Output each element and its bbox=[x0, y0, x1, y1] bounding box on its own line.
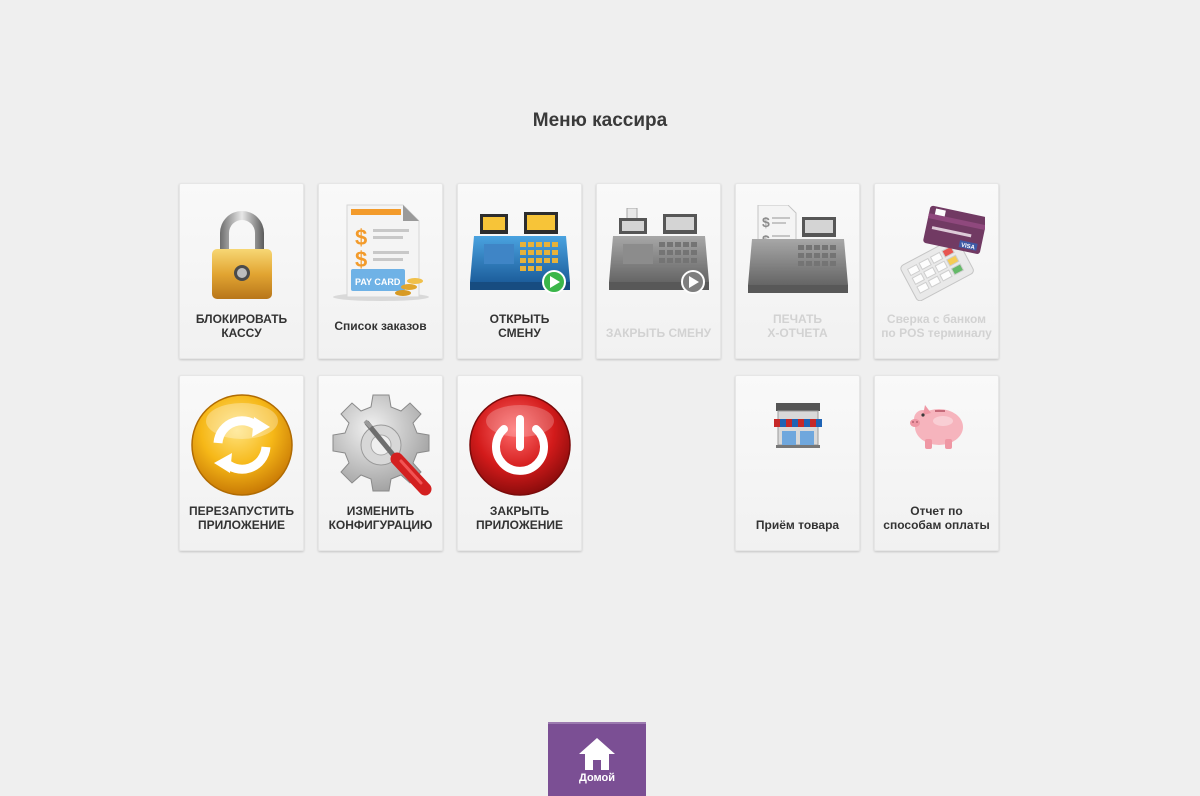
restart-app-button[interactable]: ПЕРЕЗАПУСТИТЬ ПРИЛОЖЕНИЕ bbox=[179, 375, 304, 551]
piggy-bank-icon bbox=[875, 390, 998, 500]
payment-methods-report-button[interactable]: Отчет по способам оплаты bbox=[874, 375, 999, 551]
store-icon bbox=[736, 390, 859, 500]
close-app-button[interactable]: ЗАКРЫТЬ ПРИЛОЖЕНИЕ bbox=[457, 375, 582, 551]
cash-register-grey-icon bbox=[597, 198, 720, 308]
home-button[interactable]: Домой bbox=[548, 722, 646, 796]
pay-card-text: PAY CARD bbox=[355, 277, 401, 287]
tile-label: ПЕРЕЗАПУСТИТЬ ПРИЛОЖЕНИЕ bbox=[188, 504, 295, 532]
svg-text:$: $ bbox=[762, 214, 770, 230]
change-configuration-button[interactable]: ИЗМЕНИТЬ КОНФИГУРАЦИЮ bbox=[318, 375, 443, 551]
cash-register-receipt-icon: $ $ bbox=[736, 198, 859, 308]
cashier-menu-page: Меню кассира БЛОКИРОВАТЬ КАССУ $ $ PAY C… bbox=[0, 0, 1200, 796]
page-title: Меню кассира bbox=[532, 110, 668, 131]
tile-label: БЛОКИРОВАТЬ КАССУ bbox=[195, 312, 288, 340]
cash-register-play-icon bbox=[458, 198, 581, 308]
tile-label: Список заказов bbox=[334, 319, 427, 333]
svg-text:$: $ bbox=[355, 247, 367, 272]
pos-terminal-card-icon: VISA bbox=[875, 198, 998, 308]
tile-label: Сверка с банком по POS терминалу bbox=[881, 312, 992, 340]
refresh-icon bbox=[180, 390, 303, 500]
tile-label: ЗАКРЫТЬ ПРИЛОЖЕНИЕ bbox=[476, 504, 563, 532]
padlock-icon bbox=[180, 198, 303, 308]
goods-receipt-button[interactable]: Приём товара bbox=[735, 375, 860, 551]
menu-grid: БЛОКИРОВАТЬ КАССУ $ $ PAY CARD Список за… bbox=[179, 183, 1001, 553]
tile-label: ЗАКРЫТЬ СМЕНУ bbox=[605, 326, 712, 340]
pay-card-document-icon: $ $ PAY CARD bbox=[319, 198, 442, 308]
bank-reconciliation-button[interactable]: VISA Сверка с банком по POS терминалу bbox=[874, 183, 999, 359]
tile-label: Приём товара bbox=[755, 518, 840, 532]
power-icon bbox=[458, 390, 581, 500]
gear-screwdriver-icon bbox=[319, 390, 442, 500]
tile-label: ОТКРЫТЬ СМЕНУ bbox=[489, 312, 550, 340]
print-x-report-button[interactable]: $ $ ПЕЧАТЬ X-ОТЧЕТА bbox=[735, 183, 860, 359]
home-icon bbox=[579, 738, 615, 770]
close-shift-button[interactable]: ЗАКРЫТЬ СМЕНУ bbox=[596, 183, 721, 359]
open-shift-button[interactable]: ОТКРЫТЬ СМЕНУ bbox=[457, 183, 582, 359]
home-button-label: Домой bbox=[578, 772, 616, 784]
orders-list-button[interactable]: $ $ PAY CARD Список заказов bbox=[318, 183, 443, 359]
lock-register-button[interactable]: БЛОКИРОВАТЬ КАССУ bbox=[179, 183, 304, 359]
tile-label: Отчет по способам оплаты bbox=[883, 504, 990, 532]
tile-label: ПЕЧАТЬ X-ОТЧЕТА bbox=[767, 312, 828, 340]
tile-label: ИЗМЕНИТЬ КОНФИГУРАЦИЮ bbox=[328, 504, 433, 532]
